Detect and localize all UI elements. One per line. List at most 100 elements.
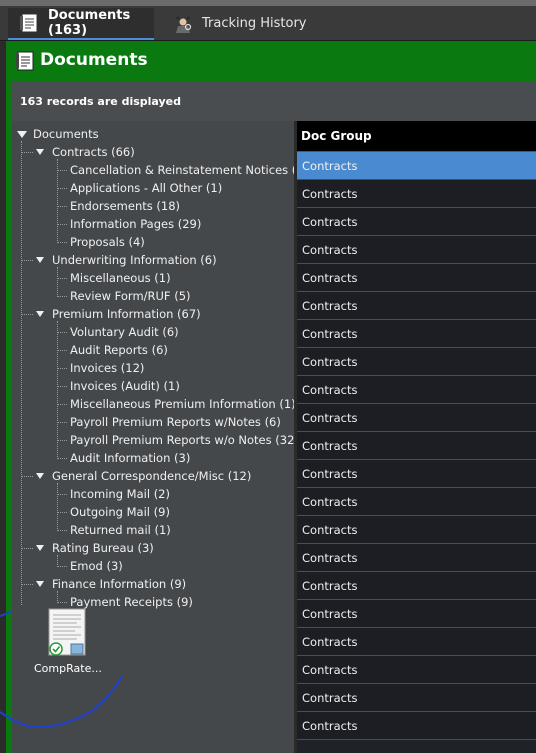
expand-arrow-icon[interactable]: [36, 581, 44, 587]
tree-item[interactable]: Miscellaneous Premium Information (1): [70, 397, 296, 411]
tree-group-finance[interactable]: Finance Information (9): [52, 577, 186, 591]
tree-group-underwriting[interactable]: Underwriting Information (6): [52, 253, 217, 267]
table-row[interactable]: Contracts: [297, 180, 536, 208]
table-row[interactable]: Contracts: [297, 516, 536, 544]
table-row[interactable]: Contracts: [297, 348, 536, 376]
table-row[interactable]: Contracts: [297, 208, 536, 236]
document-list-icon: [14, 50, 36, 72]
tree-guide-line: [21, 152, 33, 153]
tree-guide-line: [57, 321, 58, 459]
tree-guide-line: [57, 483, 58, 531]
tree-item[interactable]: Audit Information (3): [70, 451, 190, 465]
tree-item[interactable]: Payroll Premium Reports w/Notes (6): [70, 415, 281, 429]
records-info-bar: 163 records are displayed: [12, 81, 536, 121]
expand-arrow-icon[interactable]: [36, 149, 44, 155]
tree-guide-line: [57, 440, 67, 441]
tree-item[interactable]: Cancellation & Reinstatement Notices (14: [70, 163, 311, 177]
tree-guide-line: [57, 224, 67, 225]
tree-guide-line: [21, 476, 33, 477]
tree-item[interactable]: Payment Receipts (9): [70, 595, 193, 609]
tree-guide-line: [57, 530, 67, 531]
tree-item[interactable]: Invoices (12): [70, 361, 144, 375]
document-tree[interactable]: Documents Contracts (66) Cancellation & …: [12, 121, 311, 753]
tree-group-correspondence[interactable]: General Correspondence/Misc (12): [52, 469, 251, 483]
tree-guide-line: [21, 314, 33, 315]
table-row[interactable]: Contracts: [297, 292, 536, 320]
tree-guide-line: [57, 170, 67, 171]
tree-guide-line: [21, 141, 22, 605]
tree-guide-line: [57, 404, 67, 405]
tree-guide-line: [57, 368, 67, 369]
spreadsheet-file-icon[interactable]: [47, 608, 87, 658]
tree-item[interactable]: Payroll Premium Reports w/o Notes (32): [70, 433, 299, 447]
expand-arrow-icon[interactable]: [36, 257, 44, 263]
tree-guide-line: [57, 458, 67, 459]
table-row[interactable]: Contracts: [297, 432, 536, 460]
tree-item[interactable]: Miscellaneous (1): [70, 271, 171, 285]
documents-header: Documents: [6, 41, 536, 81]
tree-item[interactable]: Applications - All Other (1): [70, 181, 222, 195]
tree-item[interactable]: Endorsements (18): [70, 199, 180, 213]
tree-root-documents[interactable]: Documents: [33, 127, 99, 141]
tree-guide-line: [57, 386, 67, 387]
table-row[interactable]: Contracts: [297, 600, 536, 628]
tree-guide-line: [57, 206, 67, 207]
tab-tracking-history-label: Tracking History: [202, 15, 307, 31]
tree-item[interactable]: Audit Reports (6): [70, 343, 168, 357]
table-row[interactable]: Contracts: [297, 376, 536, 404]
table-row[interactable]: Contracts: [297, 488, 536, 516]
tree-guide-line: [57, 566, 67, 567]
table-row[interactable]: Contracts: [297, 152, 536, 180]
tab-documents[interactable]: Documents (163): [8, 8, 154, 40]
tree-group-rating-bureau[interactable]: Rating Bureau (3): [52, 541, 154, 555]
tree-guide-line: [57, 602, 67, 603]
tree-group-contracts[interactable]: Contracts (66): [52, 145, 135, 159]
table-row[interactable]: Contracts: [297, 460, 536, 488]
tree-item[interactable]: Incoming Mail (2): [70, 487, 170, 501]
tree-item[interactable]: Review Form/RUF (5): [70, 289, 191, 303]
tracking-detective-icon: [172, 12, 194, 34]
table-row[interactable]: Contracts: [297, 712, 536, 740]
tree-group-premium[interactable]: Premium Information (67): [52, 307, 201, 321]
table-row[interactable]: Contracts: [297, 656, 536, 684]
expand-arrow-icon[interactable]: [36, 473, 44, 479]
table-row[interactable]: Contracts: [297, 264, 536, 292]
tree-item[interactable]: Proposals (4): [70, 235, 145, 249]
tab-tracking-history[interactable]: Tracking History: [162, 8, 322, 38]
documents-grid[interactable]: Doc Group Contracts Contracts Contracts …: [297, 121, 536, 753]
table-row[interactable]: Contracts: [297, 404, 536, 432]
table-row[interactable]: Contracts: [297, 320, 536, 348]
table-row[interactable]: Contracts: [297, 544, 536, 572]
tree-guide-line: [57, 242, 67, 243]
records-count-text: 163 records are displayed: [20, 95, 181, 108]
document-list-icon: [18, 12, 40, 34]
table-row[interactable]: Contracts: [297, 628, 536, 656]
tab-documents-label: Documents (163): [48, 8, 131, 38]
table-row[interactable]: Contracts: [297, 684, 536, 712]
expand-arrow-icon[interactable]: [36, 311, 44, 317]
tree-item[interactable]: Emod (3): [70, 559, 123, 573]
tree-item[interactable]: Returned mail (1): [70, 523, 171, 537]
expand-arrow-icon[interactable]: [17, 131, 27, 138]
table-row[interactable]: Contracts: [297, 236, 536, 264]
tree-item[interactable]: Outgoing Mail (9): [70, 505, 170, 519]
tree-item[interactable]: Invoices (Audit) (1): [70, 379, 180, 393]
tree-guide-line: [21, 548, 33, 549]
tab-bar: Documents (163) Tracking History: [0, 6, 536, 41]
tree-guide-line: [57, 512, 67, 513]
tree-item[interactable]: Voluntary Audit (6): [70, 325, 179, 339]
tree-guide-line: [57, 159, 58, 243]
tree-guide-line: [57, 332, 67, 333]
tree-guide-line: [57, 267, 58, 297]
expand-arrow-icon[interactable]: [36, 545, 44, 551]
column-header-doc-group[interactable]: Doc Group: [297, 121, 536, 152]
tree-guide-line: [57, 494, 67, 495]
tree-guide-line: [57, 188, 67, 189]
tree-guide-line: [57, 296, 67, 297]
table-row[interactable]: Contracts: [297, 572, 536, 600]
desktop-file-label: CompRate...: [34, 662, 102, 675]
tree-item[interactable]: Information Pages (29): [70, 217, 201, 231]
tree-guide-line: [57, 278, 67, 279]
tree-guide-line: [21, 584, 33, 585]
tree-guide-line: [57, 422, 67, 423]
